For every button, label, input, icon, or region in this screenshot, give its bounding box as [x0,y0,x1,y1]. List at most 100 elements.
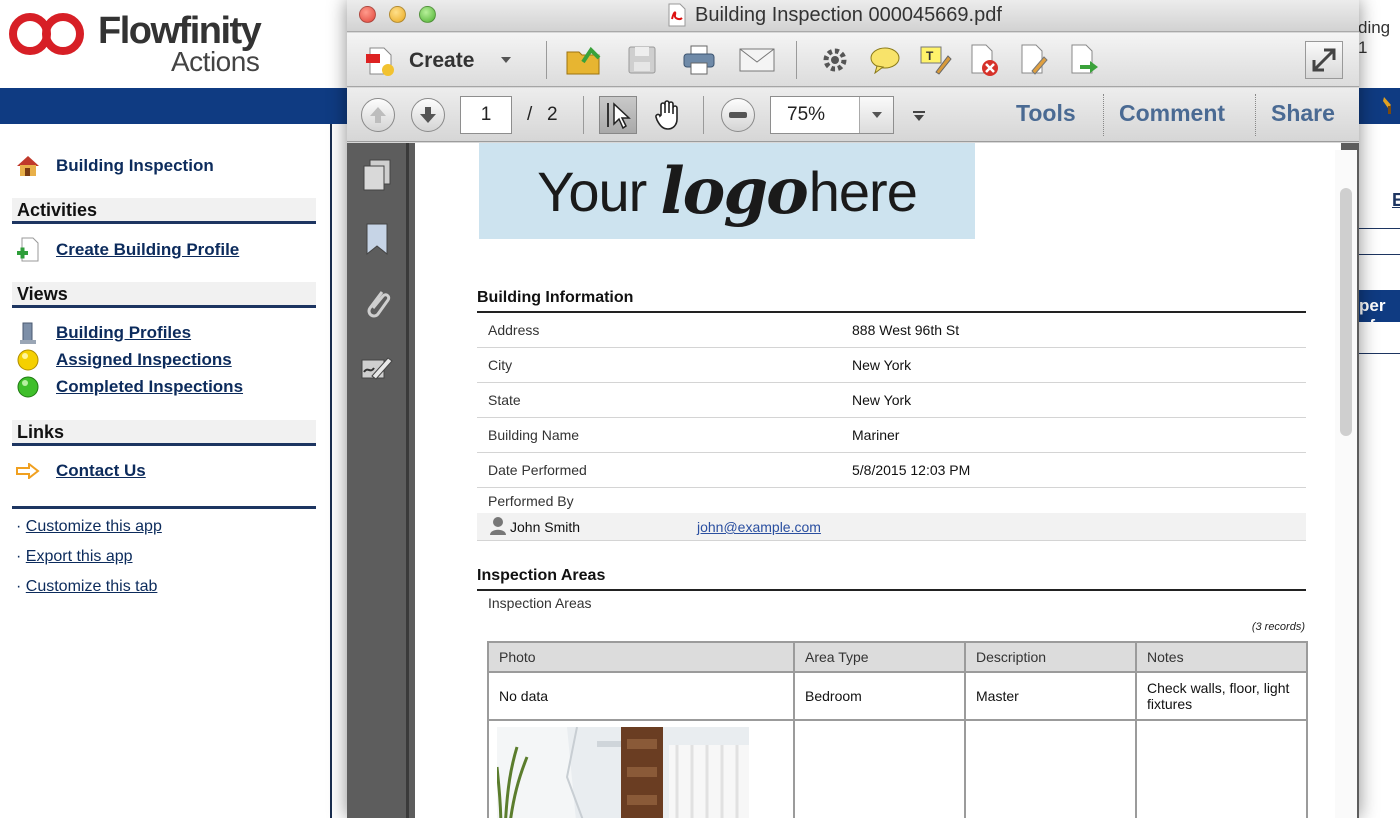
performer-name: John Smith [510,519,581,535]
house-icon [14,154,42,178]
background-header-text: per of [1359,296,1386,335]
bullet: · [16,518,22,535]
logo-text-logo: logo [660,153,808,229]
zoom-out-button[interactable] [721,98,755,132]
view-link[interactable]: Completed Inspections [56,377,243,397]
flowfinity-rings-icon [9,13,84,55]
customize-tab-link[interactable]: · Customize this tab [16,578,157,596]
toolbar-divider [796,41,797,79]
performer-row: John Smith john@example.com [477,513,1306,541]
info-label: Building Name [488,427,580,443]
building-icon [14,321,42,345]
create-pdf-icon[interactable] [363,43,399,79]
minimize-window-button[interactable] [389,6,406,23]
arrow-down-icon [420,107,436,123]
more-tools-icon[interactable] [909,106,929,126]
add-document-icon [14,237,42,262]
scrollbar-thumb[interactable] [1340,188,1352,436]
select-tool-icon[interactable] [599,96,637,134]
link-contact-us[interactable]: Contact Us [56,461,146,481]
hand-tool-icon[interactable] [649,96,687,134]
link-item-contact-us[interactable]: Contact Us [14,459,146,483]
page-total: 2 [547,104,558,125]
performer-email-link[interactable]: john@example.com [697,519,821,535]
inspection-areas-title: Inspection Areas [477,567,1306,591]
activities-header: Activities [12,198,316,224]
info-value: New York [852,392,912,408]
toolbar-divider [546,41,547,79]
activity-link[interactable]: Create Building Profile [56,240,239,260]
links-header: Links [12,420,316,446]
logo-text-here: here [808,159,918,223]
close-window-button[interactable] [359,6,376,23]
view-link[interactable]: Assigned Inspections [56,350,232,370]
gear-icon[interactable] [819,45,851,75]
export-app-label[interactable]: Export this app [26,548,133,565]
column-header-area-type: Area Type [793,641,966,673]
arrow-up-icon [370,107,386,123]
tab-tools[interactable]: Tools [1016,100,1076,127]
bullet: · [16,578,22,595]
cell-notes: Check walls, floor, light fixtures [1135,671,1308,721]
cell-description: Master [964,671,1137,721]
page-separator: / [527,104,533,125]
info-value: 888 West 96th St [852,322,960,338]
bookmarks-icon[interactable] [359,221,395,257]
create-button[interactable]: Create [409,47,474,75]
edit-document-icon[interactable] [1017,42,1051,78]
print-icon[interactable] [681,43,717,77]
save-icon[interactable] [625,43,659,77]
inspection-areas-table: Photo Area Type Description Notes No dat… [487,641,1308,818]
svg-text:T: T [926,49,934,63]
customize-app-label[interactable]: Customize this app [26,518,162,535]
open-folder-icon[interactable] [565,43,603,79]
export-app-link[interactable]: · Export this app [16,548,133,566]
column-header-notes: Notes [1135,641,1308,673]
fullscreen-icon[interactable] [1305,41,1343,79]
green-status-icon [14,375,42,399]
zoom-window-button[interactable] [419,6,436,23]
attachments-icon[interactable] [359,285,395,321]
background-link-fragment[interactable]: E [1392,190,1400,211]
tab-share[interactable]: Share [1271,100,1335,127]
delete-page-icon[interactable] [967,42,1001,78]
panel-title: Building Inspection [56,156,214,175]
activity-item-create-building-profile[interactable]: Create Building Profile [14,237,239,262]
page-thumbnails-icon[interactable] [359,157,395,193]
comment-bubble-icon[interactable] [867,45,903,75]
view-item-completed-inspections[interactable]: Completed Inspections [14,375,243,399]
zoom-select[interactable]: 75% [770,96,894,134]
info-row-city: City New York [477,348,1306,383]
cell-notes [1135,719,1308,818]
page-number-input[interactable]: 1 [460,96,512,134]
info-value: New York [852,357,912,373]
divider [12,506,316,509]
email-icon[interactable] [737,45,777,75]
background-rule [1359,254,1400,255]
chevron-down-icon[interactable] [859,97,893,133]
tab-comment[interactable]: Comment [1119,100,1225,127]
info-row-building-name: Building Name Mariner [477,418,1306,453]
inspection-areas-sublabel: Inspection Areas [488,595,592,611]
cell-photo: No data [487,671,795,721]
info-label: City [488,357,513,373]
minus-icon [729,112,747,118]
customize-tab-label[interactable]: Customize this tab [26,578,158,595]
flowfinity-logo[interactable]: Flowfinity Actions [8,8,268,78]
signatures-icon[interactable] [359,349,395,385]
next-page-button[interactable] [411,98,445,132]
chevron-down-icon[interactable] [499,53,513,67]
customize-app-link[interactable]: · Customize this app [16,518,162,536]
view-item-building-profiles[interactable]: Building Profiles [14,321,191,345]
view-link[interactable]: Building Profiles [56,323,191,343]
highlight-text-icon[interactable]: T [917,43,953,77]
view-item-assigned-inspections[interactable]: Assigned Inspections [14,348,232,372]
previous-page-button[interactable] [361,98,395,132]
yellow-status-icon [14,348,42,372]
views-header: Views [12,282,316,308]
export-document-icon[interactable] [1067,42,1101,78]
zoom-value: 75% [787,104,826,125]
performed-by-label: Performed By [488,493,574,509]
bullet: · [16,548,22,565]
column-header-photo: Photo [487,641,795,673]
